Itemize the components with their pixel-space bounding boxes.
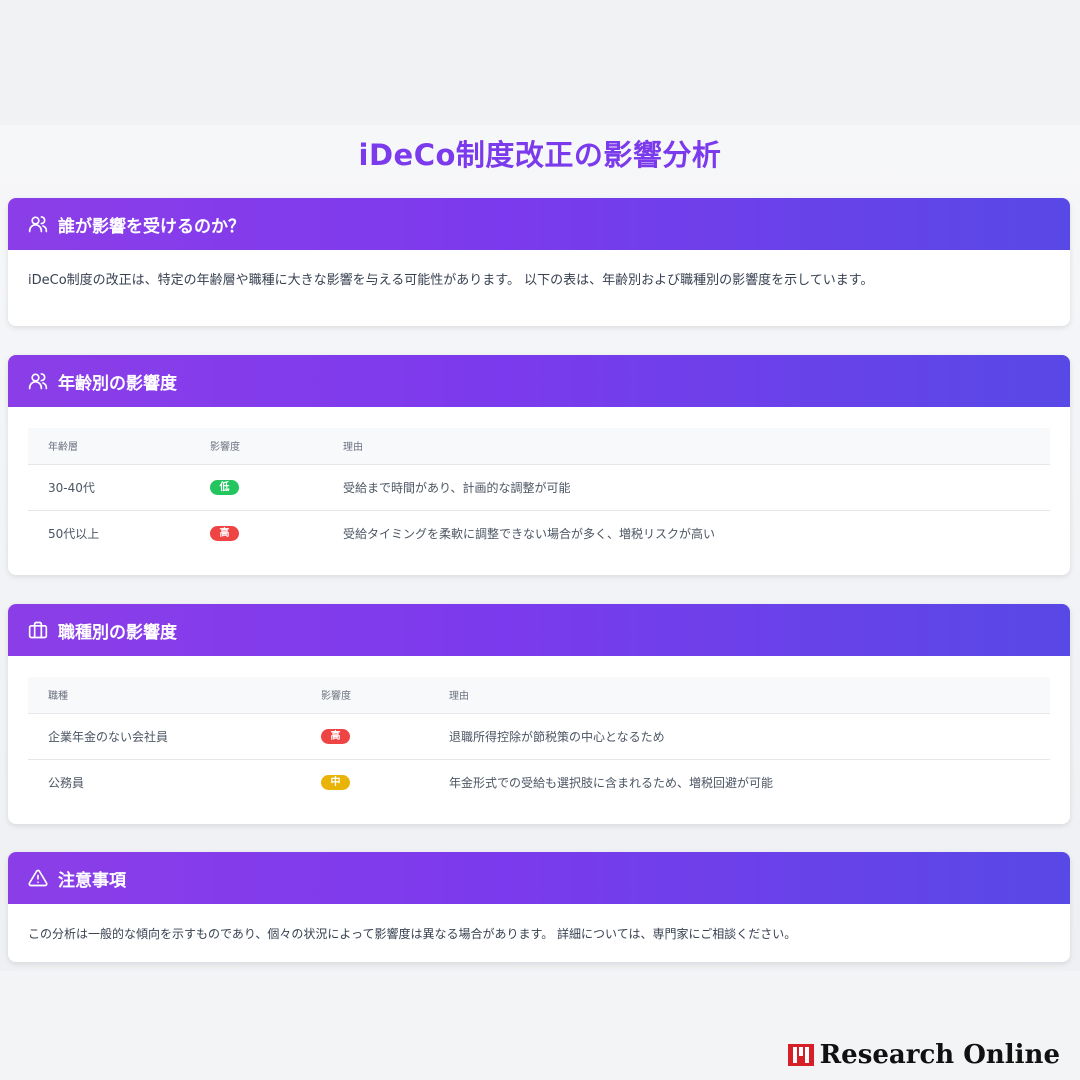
job-card-header: 職種別の影響度 [8, 604, 1070, 656]
research-online-logo-mark [787, 1044, 814, 1066]
notice-card-title: 注意事項 [58, 870, 126, 891]
reason-cell: 退職所得控除が節税策の中心となるため [429, 713, 1050, 760]
job-card-title: 職種別の影響度 [58, 622, 177, 643]
table-header-row: 年齢層 影響度 理由 [28, 428, 1050, 465]
notice-card-text: この分析は一般的な傾向を示すものであり、個々の状況によって影響度は異なる場合があ… [28, 927, 797, 941]
who-card-header: 誰が影響を受けるのか？ [8, 198, 1070, 250]
impact-badge: 高 [321, 729, 350, 744]
reason-cell: 受給タイミングを柔軟に調整できない場合が多く、増税リスクが高い [343, 526, 716, 541]
table-header: 影響度 [190, 428, 323, 465]
table-header-row: 職種 影響度 理由 [28, 677, 1050, 714]
job-cell: 公務員 [48, 775, 85, 790]
impact-cell: 低 [190, 464, 323, 511]
impact-cell: 高 [301, 713, 429, 760]
table-header: 影響度 [301, 677, 429, 714]
who-card: 誰が影響を受けるのか？ iDeCo制度の改正は、特定の年齢層や職種に大きな影響を… [8, 198, 1070, 326]
table-header: 年齢層 [28, 428, 190, 465]
reason-cell: 年金形式での受給も選択肢に含まれるため、増税回避が可能 [449, 775, 774, 790]
table-header: 理由 [429, 677, 1050, 714]
who-card-text: iDeCo制度の改正は、特定の年齢層や職種に大きな影響を与える可能性があります。… [28, 273, 874, 288]
page-title: iDeCo制度改正の影響分析 [358, 138, 722, 172]
age-group-cell: 50代以上 [48, 526, 100, 541]
age-group-cell: 30-40代 [28, 464, 190, 511]
top-band [0, 0, 1080, 125]
age-card-title: 年齢別の影響度 [58, 373, 177, 394]
table-row: 公務員 中 年金形式での受給も選択肢に含まれるため、増税回避が可能 [28, 759, 1050, 805]
impact-cell: 高 [190, 510, 323, 556]
users-icon [28, 213, 50, 235]
research-online-logo: Research Online [787, 1040, 1060, 1070]
job-cell: 企業年金のない会社員 [28, 713, 301, 760]
impact-badge: 中 [321, 775, 350, 791]
users-icon [28, 370, 50, 392]
job-card: 職種別の影響度 職種 影響度 理由 企業年金のない会社員 高 退職所得控除が節税… [8, 604, 1070, 824]
age-card: 年齢別の影響度 年齢層 影響度 理由 30-40代 低 受給まで時間があり、計画… [8, 355, 1070, 575]
table-row: 企業年金のない会社員 高 退職所得控除が節税策の中心となるため [28, 713, 1050, 760]
briefcase-icon [28, 619, 50, 641]
logo-text: Research Online [819, 1040, 1060, 1070]
age-table: 年齢層 影響度 理由 30-40代 低 受給まで時間があり、計画的な調整が可能 … [28, 428, 1050, 556]
table-row: 50代以上 高 受給タイミングを柔軟に調整できない場合が多く、増税リスクが高い [28, 510, 1050, 556]
impact-badge: 低 [210, 480, 239, 495]
notice-card: 注意事項 この分析は一般的な傾向を示すものであり、個々の状況によって影響度は異な… [8, 852, 1070, 962]
table-header: 理由 [323, 428, 1050, 465]
impact-badge: 高 [210, 526, 239, 542]
table-header: 職種 [28, 677, 301, 714]
who-card-title: 誰が影響を受けるのか？ [58, 216, 245, 237]
impact-cell: 中 [301, 759, 429, 805]
notice-card-header: 注意事項 [8, 852, 1070, 904]
warning-icon [28, 867, 50, 889]
reason-cell: 受給まで時間があり、計画的な調整が可能 [323, 464, 1050, 511]
table-row: 30-40代 低 受給まで時間があり、計画的な調整が可能 [28, 464, 1050, 511]
job-table: 職種 影響度 理由 企業年金のない会社員 高 退職所得控除が節税策の中心となるた… [28, 677, 1050, 805]
age-card-header: 年齢別の影響度 [8, 355, 1070, 407]
